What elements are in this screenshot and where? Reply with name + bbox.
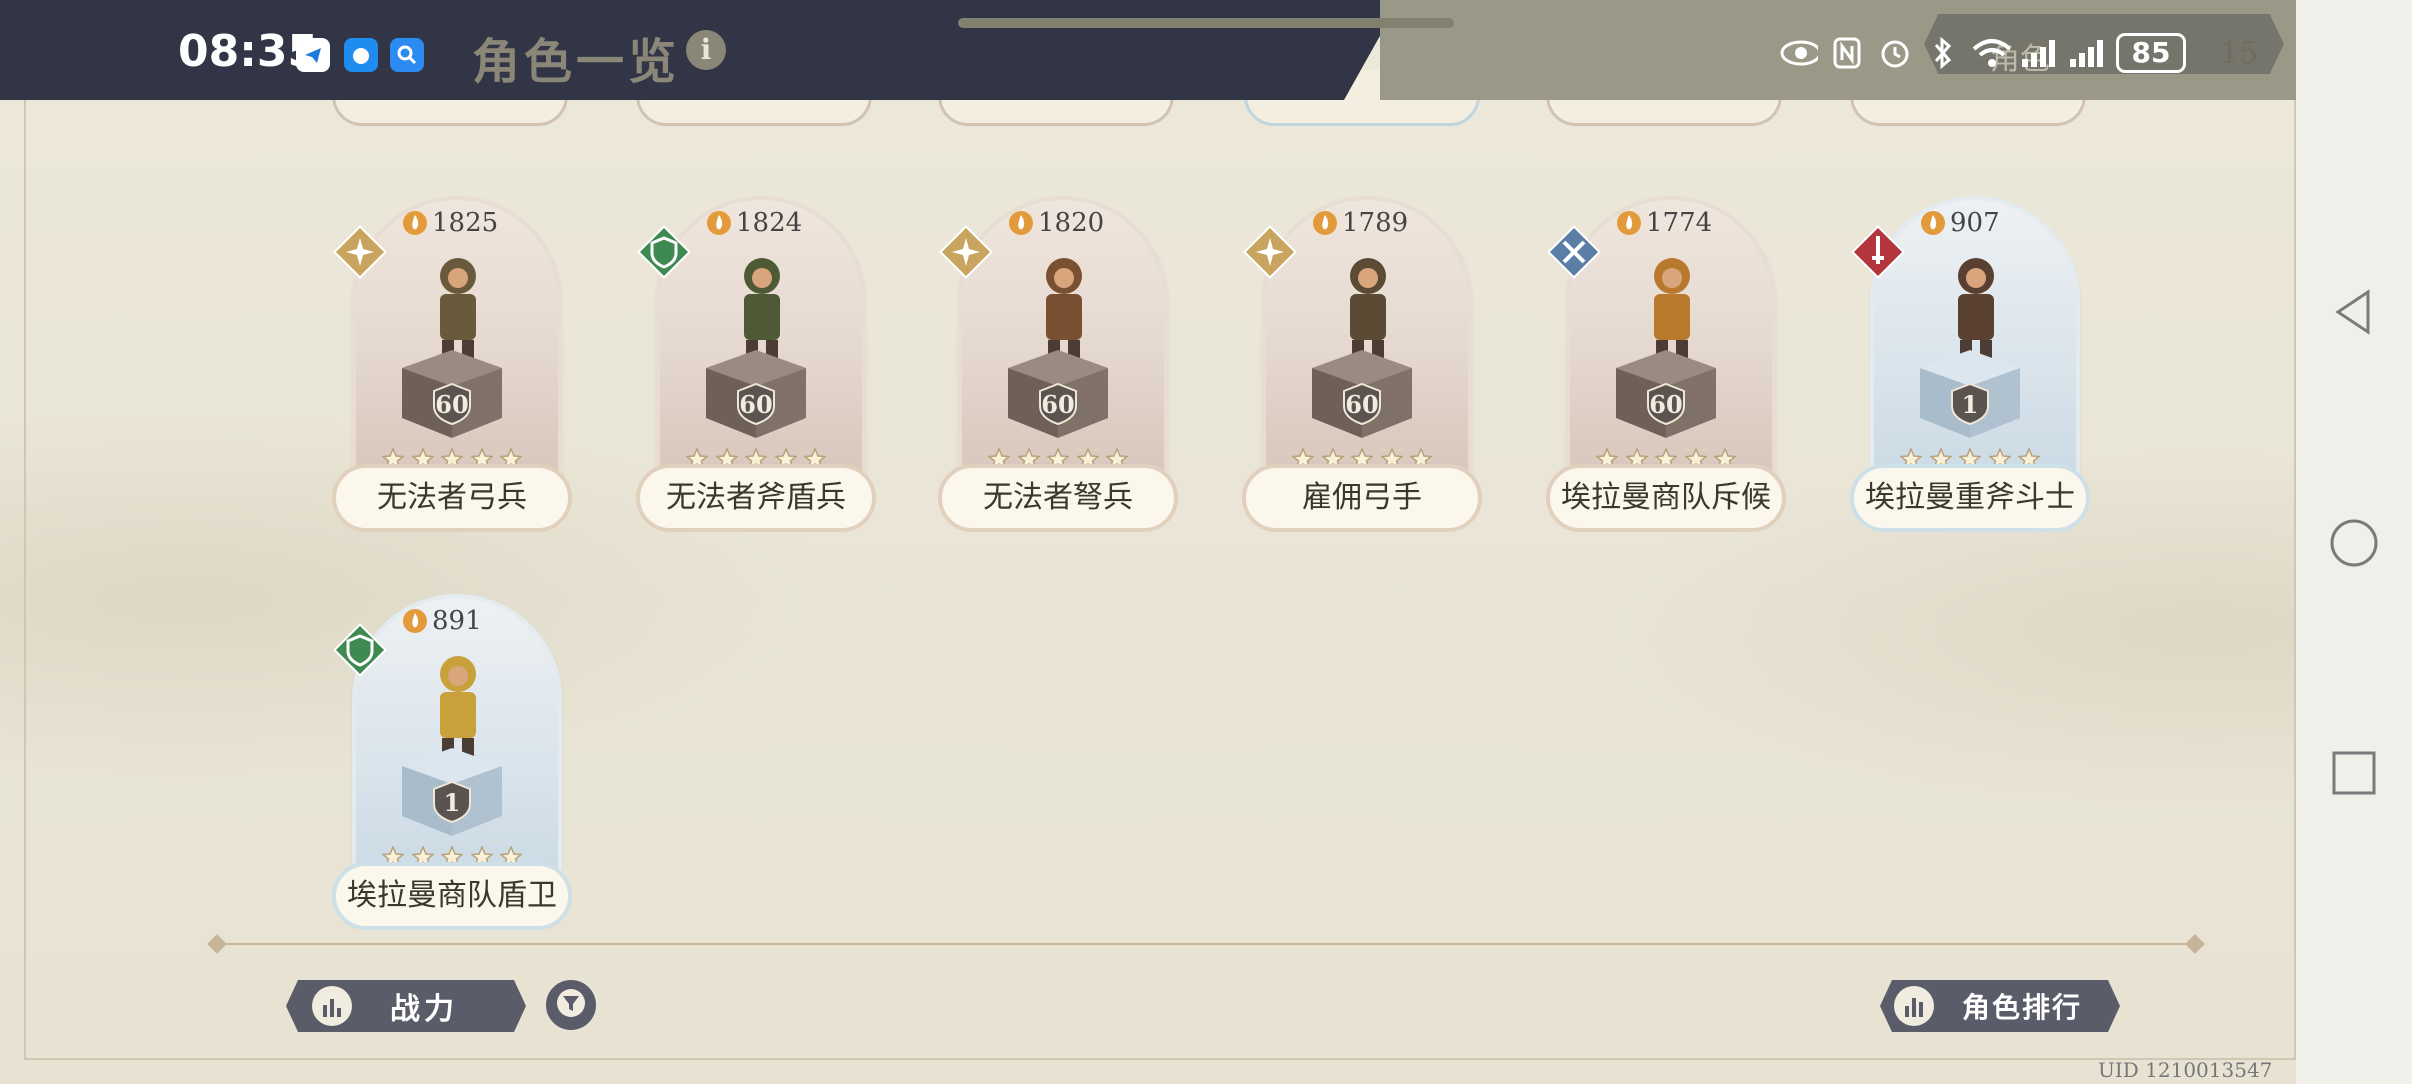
character-card[interactable]: 1820 60 无法者弩兵 [938, 196, 1178, 556]
recent-apps-icon[interactable] [2326, 745, 2382, 801]
wind-star-role-icon [333, 225, 387, 279]
navigation-bar [2296, 0, 2412, 1084]
level-value: 60 [1345, 390, 1379, 419]
signal-icon [2020, 34, 2058, 72]
character-card[interactable]: 891 1 埃拉曼商队盾卫 [332, 594, 572, 954]
shield-role-icon [637, 225, 691, 279]
swords-role-icon [1547, 225, 1601, 279]
power-value: 1824 [736, 208, 803, 238]
character-name: 无法者弓兵 [332, 464, 572, 532]
level-value: 60 [1649, 390, 1683, 419]
sort-label[interactable]: 战力 [390, 984, 458, 1028]
flame-icon [403, 211, 427, 235]
nfc-icon [1828, 34, 1866, 72]
power-display: 1820 [1008, 206, 1104, 240]
character-name: 无法者弩兵 [938, 464, 1178, 532]
power-display: 1789 [1312, 206, 1408, 240]
power-value: 1774 [1646, 208, 1713, 238]
filter-icon[interactable] [555, 987, 587, 1023]
character-card[interactable]: 1789 60 雇佣弓手 [1242, 196, 1482, 556]
system-icons: 85 [1780, 28, 2186, 78]
power-display: 891 [402, 604, 482, 638]
eye-icon [1780, 34, 1818, 72]
search-app-icon [390, 38, 424, 72]
power-value: 907 [1950, 208, 2000, 238]
flame-icon [1921, 211, 1945, 235]
flame-icon [707, 211, 731, 235]
shield-role-icon [333, 623, 387, 677]
character-name: 雇佣弓手 [1242, 464, 1482, 532]
power-value: 1789 [1342, 208, 1409, 238]
flame-icon [403, 609, 427, 633]
battery-indicator: 85 [2116, 33, 2186, 73]
divider [212, 943, 2200, 945]
character-card[interactable]: 1825 60 无法者弓兵 [332, 196, 572, 556]
power-display: 1774 [1616, 206, 1712, 240]
character-card[interactable]: 1824 60 无法者斧盾兵 [636, 196, 876, 556]
character-name: 无法者斧盾兵 [636, 464, 876, 532]
info-icon[interactable]: i [686, 30, 726, 70]
power-value: 1820 [1038, 208, 1105, 238]
level-value: 1 [1961, 390, 1979, 419]
flame-icon [1617, 211, 1641, 235]
uid-label: UID 1210013547 [2098, 1058, 2273, 1082]
ranking-label[interactable]: 角色排行 [1962, 986, 2082, 1026]
character-name: 埃拉曼重斧斗士 [1850, 464, 2090, 532]
level-value: 60 [435, 390, 469, 419]
wind-star-role-icon [939, 225, 993, 279]
character-name: 埃拉曼商队盾卫 [332, 862, 572, 930]
character-card[interactable]: 907 1 埃拉曼重斧斗士 [1850, 196, 2090, 556]
sword-role-icon [1851, 225, 1905, 279]
flame-icon [1313, 211, 1337, 235]
power-display: 907 [1920, 206, 2000, 240]
power-value: 1825 [432, 208, 499, 238]
status-bar: 角色 08:35 角色一览 i 85 15 [0, 0, 2412, 100]
wind-star-role-icon [1243, 225, 1297, 279]
level-value: 60 [739, 390, 773, 419]
filter-button[interactable] [542, 976, 600, 1034]
gesture-pill [958, 18, 1454, 28]
power-display: 1825 [402, 206, 498, 240]
power-display: 1824 [706, 206, 802, 240]
back-icon[interactable] [2326, 284, 2382, 340]
signal-icon [2068, 34, 2106, 72]
level-value: 60 [1041, 390, 1075, 419]
page-title: 角色一览 [472, 34, 681, 90]
character-name: 埃拉曼商队斥候 [1546, 464, 1786, 532]
wifi-icon [1972, 34, 2010, 72]
alarm-icon [1876, 34, 1914, 72]
level-value: 1 [443, 788, 461, 817]
character-card[interactable]: 1774 60 埃拉曼商队斥候 [1546, 196, 1786, 556]
power-value: 891 [432, 606, 482, 636]
telegram-like-app-icon [296, 38, 330, 72]
flame-icon [1009, 211, 1033, 235]
ranking-icon[interactable] [1894, 986, 1934, 1026]
home-icon[interactable] [2326, 515, 2382, 571]
bluetooth-icon [1924, 34, 1962, 72]
bar-chart-icon[interactable] [312, 986, 352, 1026]
ghost-battery-text: 15 [2220, 36, 2259, 71]
bubble-app-icon [344, 38, 378, 72]
